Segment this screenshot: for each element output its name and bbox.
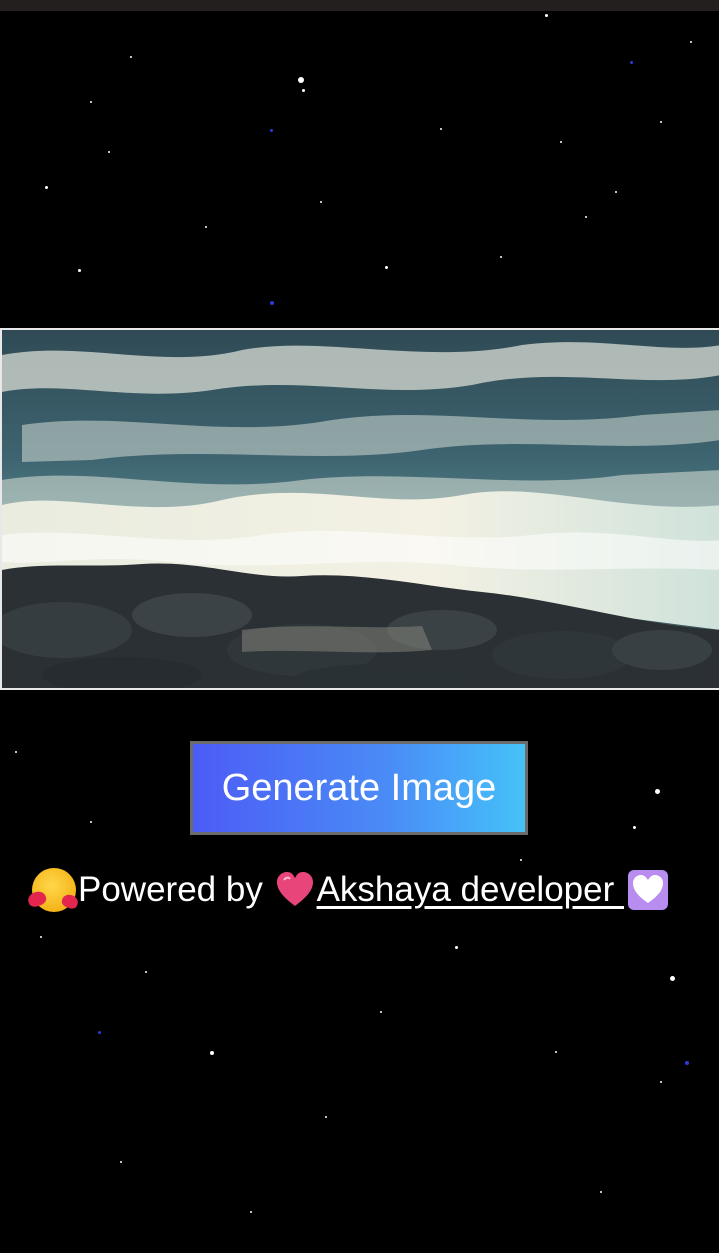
white-heart-icon [627, 870, 668, 910]
status-bar [0, 0, 719, 11]
powered-by-label: Powered by [78, 870, 273, 909]
pink-heart-icon [275, 870, 315, 910]
generate-image-button-label: Generate Image [221, 766, 497, 809]
ocean-wave-photo [2, 330, 719, 688]
developer-link-text: Akshaya developer [316, 870, 624, 909]
smiling-face-with-hearts-icon [32, 868, 76, 912]
footer-credit: Powered by Akshaya developer [32, 864, 668, 916]
generate-image-button[interactable]: Generate Image [190, 741, 528, 835]
developer-link[interactable]: Akshaya developer [273, 870, 668, 910]
generated-image [0, 328, 719, 690]
